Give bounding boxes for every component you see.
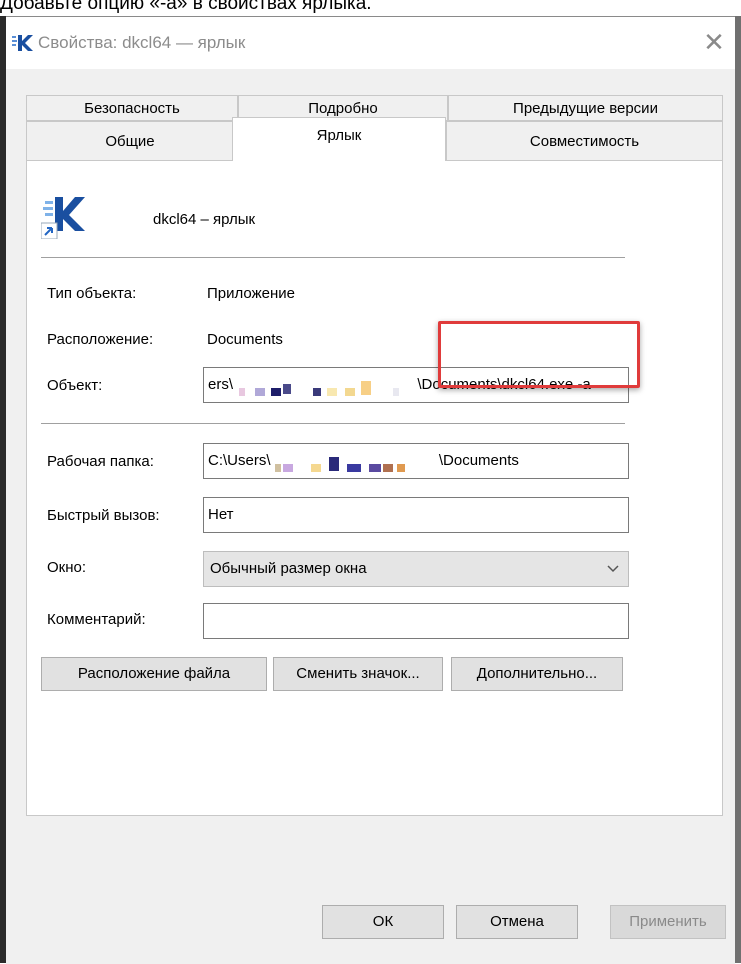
target-field[interactable]: ers\ \Documents\dkcl64.exe -a — [203, 367, 629, 403]
dkcl-k-icon — [12, 35, 33, 51]
shortcut-tab-panel: dkcl64 – ярлык Тип объекта: Приложение Р… — [26, 160, 723, 816]
target-label: Объект: — [47, 377, 103, 394]
object-type-label: Тип объекта: — [47, 285, 137, 302]
tab-shortcut[interactable]: Ярлык — [232, 117, 446, 161]
redacted-username — [237, 375, 413, 397]
ok-button[interactable]: ОК — [322, 905, 444, 939]
hotkey-field[interactable]: Нет — [203, 497, 629, 533]
workdir-suffix: \Documents — [438, 452, 519, 469]
advanced-button[interactable]: Дополнительно... — [451, 657, 623, 691]
object-type-value: Приложение — [207, 285, 295, 302]
target-suffix: \Documents\dkcl64.exe -a — [417, 376, 591, 393]
hotkey-label: Быстрый вызов: — [47, 507, 160, 524]
location-label: Расположение: — [47, 331, 154, 348]
redacted-username-2 — [274, 451, 435, 473]
change-icon-button[interactable]: Сменить значок... — [273, 657, 443, 691]
tab-general[interactable]: Общие — [26, 121, 234, 161]
shortcut-app-icon — [41, 197, 85, 239]
shortcut-name: dkcl64 – ярлык — [153, 211, 256, 228]
target-prefix: ers\ — [208, 376, 234, 393]
window-mode-value: Обычный размер окна — [210, 560, 367, 577]
open-file-location-button[interactable]: Расположение файла — [41, 657, 267, 691]
background-shadow-right — [735, 16, 741, 963]
tab-previous-versions[interactable]: Предыдущие версии — [448, 95, 723, 121]
separator-middle — [41, 423, 625, 424]
window-mode-select[interactable]: Обычный размер окна — [203, 551, 629, 587]
comment-label: Комментарий: — [47, 611, 146, 628]
location-value: Documents — [207, 331, 283, 348]
tab-compatibility[interactable]: Совместимость — [446, 121, 723, 161]
chevron-down-icon — [607, 565, 619, 573]
window-title: Свойства: dkcl64 — ярлык — [38, 33, 246, 52]
cancel-button[interactable]: Отмена — [456, 905, 578, 939]
close-icon: ✕ — [703, 27, 725, 57]
workdir-label: Рабочая папка: — [47, 453, 154, 470]
tab-security[interactable]: Безопасность — [26, 95, 238, 121]
properties-dialog: Свойства: dkcl64 — ярлык ✕ Безопасность … — [6, 16, 735, 964]
workdir-prefix: C:\Users\ — [208, 452, 271, 469]
window-mode-label: Окно: — [47, 559, 87, 576]
comment-field[interactable] — [203, 603, 629, 639]
workdir-field[interactable]: C:\Users\ \Documents — [203, 443, 629, 479]
separator-top — [41, 257, 625, 258]
title-bar: Свойства: dkcl64 — ярлык ✕ — [6, 17, 735, 69]
close-button[interactable]: ✕ — [698, 27, 730, 59]
apply-button[interactable]: Применить — [610, 905, 726, 939]
